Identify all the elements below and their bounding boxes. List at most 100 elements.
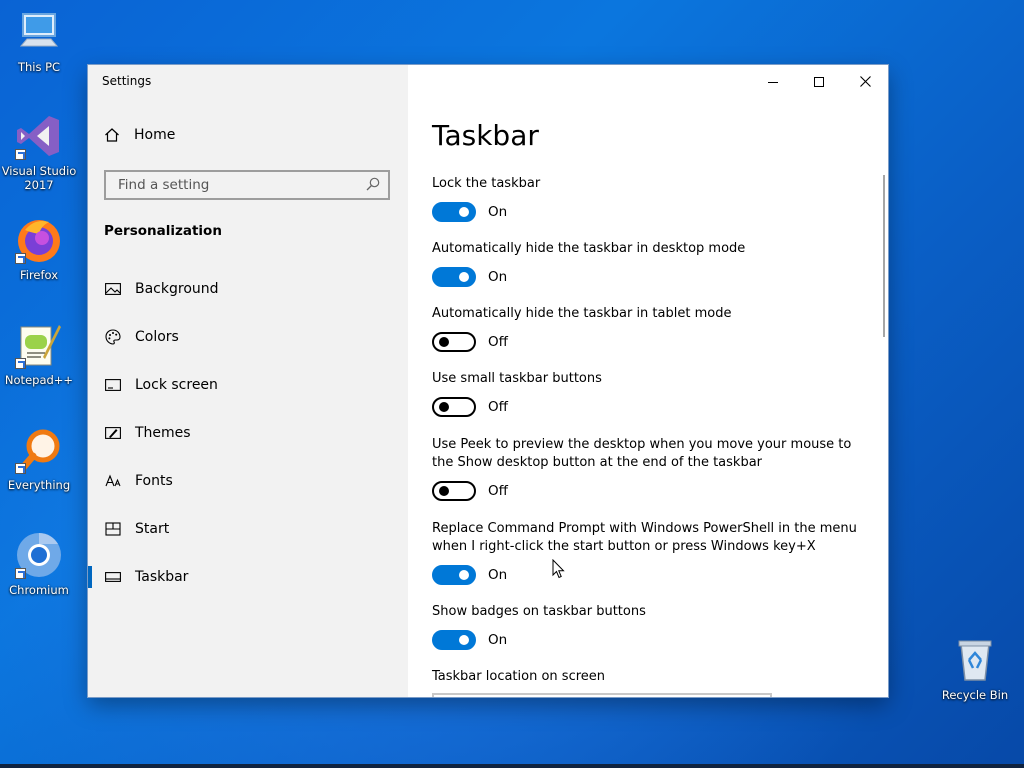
section-heading: Personalization bbox=[104, 223, 222, 239]
sidebar-item-label: Lock screen bbox=[135, 377, 218, 393]
toggle-switch[interactable] bbox=[432, 397, 476, 417]
sidebar-item-label: Start bbox=[135, 521, 170, 537]
sidebar-item-label: Taskbar bbox=[135, 569, 189, 585]
home-label: Home bbox=[134, 127, 176, 143]
desktop-icon-recycle-bin[interactable]: Recycle Bin bbox=[937, 636, 1013, 702]
sidebar-item-taskbar[interactable]: Taskbar bbox=[88, 553, 408, 601]
desktop-icon-label: This PC bbox=[17, 60, 61, 74]
home-link[interactable]: Home bbox=[104, 127, 175, 143]
sidebar-item-lock-screen[interactable]: Lock screen bbox=[88, 361, 408, 409]
notepad-plus-plus-icon bbox=[15, 321, 63, 369]
lock-screen-icon bbox=[105, 377, 121, 393]
toggle-knob bbox=[459, 207, 469, 217]
setting-powershell: Replace Command Prompt with Windows Powe… bbox=[432, 520, 862, 585]
search-icon[interactable] bbox=[366, 176, 380, 195]
sidebar-item-background[interactable]: Background bbox=[88, 265, 408, 313]
shortcut-arrow-icon bbox=[15, 358, 26, 369]
setting-label: Replace Command Prompt with Windows Powe… bbox=[432, 521, 857, 554]
setting-label: Show badges on taskbar buttons bbox=[432, 604, 646, 619]
taskbar-icon bbox=[105, 569, 121, 585]
sidebar-item-colors[interactable]: Colors bbox=[88, 313, 408, 361]
sidebar-item-start[interactable]: Start bbox=[88, 505, 408, 553]
toggle-state-label: Off bbox=[488, 334, 508, 350]
toggle-switch[interactable] bbox=[432, 481, 476, 501]
firefox-icon bbox=[15, 216, 63, 264]
toggle-state-label: On bbox=[488, 567, 508, 583]
shortcut-arrow-icon bbox=[15, 463, 26, 474]
sidebar-nav: Background Colors Lock screen Themes Fon… bbox=[88, 265, 408, 601]
toggle-knob bbox=[459, 570, 469, 580]
settings-sidebar: Settings Home Personalization bbox=[88, 65, 408, 697]
desktop-icon-everything[interactable]: Everything bbox=[1, 426, 77, 492]
toggle-state-label: Off bbox=[488, 399, 508, 415]
toggle-switch[interactable] bbox=[432, 202, 476, 222]
picture-icon bbox=[105, 281, 121, 297]
taskbar-location-dropdown[interactable] bbox=[432, 693, 772, 697]
recycle-bin-icon bbox=[951, 636, 999, 684]
setting-small-buttons: Use small taskbar buttons Off bbox=[432, 370, 862, 417]
fonts-icon bbox=[105, 473, 121, 489]
setting-label: Automatically hide the taskbar in tablet… bbox=[432, 306, 732, 321]
toggle-knob bbox=[459, 635, 469, 645]
desktop-icon-label: Recycle Bin bbox=[941, 688, 1009, 702]
search-input[interactable] bbox=[116, 176, 366, 194]
palette-icon bbox=[105, 329, 121, 345]
toggle-switch[interactable] bbox=[432, 267, 476, 287]
page-title: Taskbar bbox=[432, 119, 539, 152]
setting-autohide-tablet: Automatically hide the taskbar in tablet… bbox=[432, 305, 862, 352]
desktop-icon-label: Notepad++ bbox=[4, 373, 74, 387]
desktop-icon-chromium[interactable]: Chromium bbox=[1, 531, 77, 597]
sidebar-item-label: Background bbox=[135, 281, 219, 297]
toggle-knob bbox=[439, 337, 449, 347]
setting-peek: Use Peek to preview the desktop when you… bbox=[432, 436, 862, 501]
shortcut-arrow-icon bbox=[15, 149, 26, 160]
setting-label: Automatically hide the taskbar in deskto… bbox=[432, 241, 746, 256]
toggle-switch[interactable] bbox=[432, 332, 476, 352]
desktop-icon-this-pc[interactable]: This PC bbox=[1, 8, 77, 74]
everything-search-icon bbox=[15, 426, 63, 474]
toggle-switch[interactable] bbox=[432, 630, 476, 650]
sidebar-item-label: Themes bbox=[135, 425, 191, 441]
toggle-knob bbox=[439, 486, 449, 496]
toggle-state-label: On bbox=[488, 204, 508, 220]
window-title: Settings bbox=[102, 74, 152, 88]
desktop-icon-label: Visual Studio 2017 bbox=[1, 164, 77, 192]
desktop-icon-firefox[interactable]: Firefox bbox=[1, 216, 77, 282]
setting-lock-taskbar: Lock the taskbar On bbox=[432, 175, 862, 222]
sidebar-item-label: Fonts bbox=[135, 473, 173, 489]
visual-studio-icon bbox=[15, 112, 63, 160]
toggle-knob bbox=[459, 272, 469, 282]
sidebar-item-themes[interactable]: Themes bbox=[88, 409, 408, 457]
start-tiles-icon bbox=[105, 521, 121, 537]
desktop-icon-label: Chromium bbox=[9, 583, 69, 597]
desktop-icon-notepad-plus-plus[interactable]: Notepad++ bbox=[1, 321, 77, 387]
desktop-icon-label: Everything bbox=[7, 478, 71, 492]
setting-label: Taskbar location on screen bbox=[432, 669, 606, 684]
desktop-icon-label: Firefox bbox=[19, 268, 59, 282]
sidebar-item-label: Colors bbox=[135, 329, 179, 345]
setting-badges: Show badges on taskbar buttons On bbox=[432, 603, 862, 650]
mouse-cursor-icon bbox=[552, 558, 565, 583]
shortcut-arrow-icon bbox=[15, 568, 26, 579]
search-box[interactable] bbox=[104, 170, 390, 200]
shortcut-arrow-icon bbox=[15, 253, 26, 264]
toggle-state-label: On bbox=[488, 632, 508, 648]
settings-window: Settings Home Personalization bbox=[88, 65, 888, 697]
desktop-icon-visual-studio[interactable]: Visual Studio 2017 bbox=[1, 112, 77, 192]
home-icon bbox=[104, 127, 120, 143]
sidebar-item-fonts[interactable]: Fonts bbox=[88, 457, 408, 505]
setting-label: Use Peek to preview the desktop when you… bbox=[432, 437, 852, 470]
toggle-state-label: On bbox=[488, 269, 508, 285]
scrollbar-thumb[interactable] bbox=[883, 175, 885, 337]
settings-content: Taskbar Lock the taskbar On Automaticall… bbox=[408, 65, 888, 697]
toggle-knob bbox=[439, 402, 449, 412]
computer-icon bbox=[15, 8, 63, 56]
brush-icon bbox=[105, 425, 121, 441]
toggle-switch[interactable] bbox=[432, 565, 476, 585]
setting-label: Lock the taskbar bbox=[432, 176, 541, 191]
setting-location: Taskbar location on screen bbox=[432, 668, 862, 686]
setting-autohide-desktop: Automatically hide the taskbar in deskto… bbox=[432, 240, 862, 287]
toggle-state-label: Off bbox=[488, 483, 508, 499]
setting-label: Use small taskbar buttons bbox=[432, 371, 602, 386]
chromium-icon bbox=[15, 531, 63, 579]
